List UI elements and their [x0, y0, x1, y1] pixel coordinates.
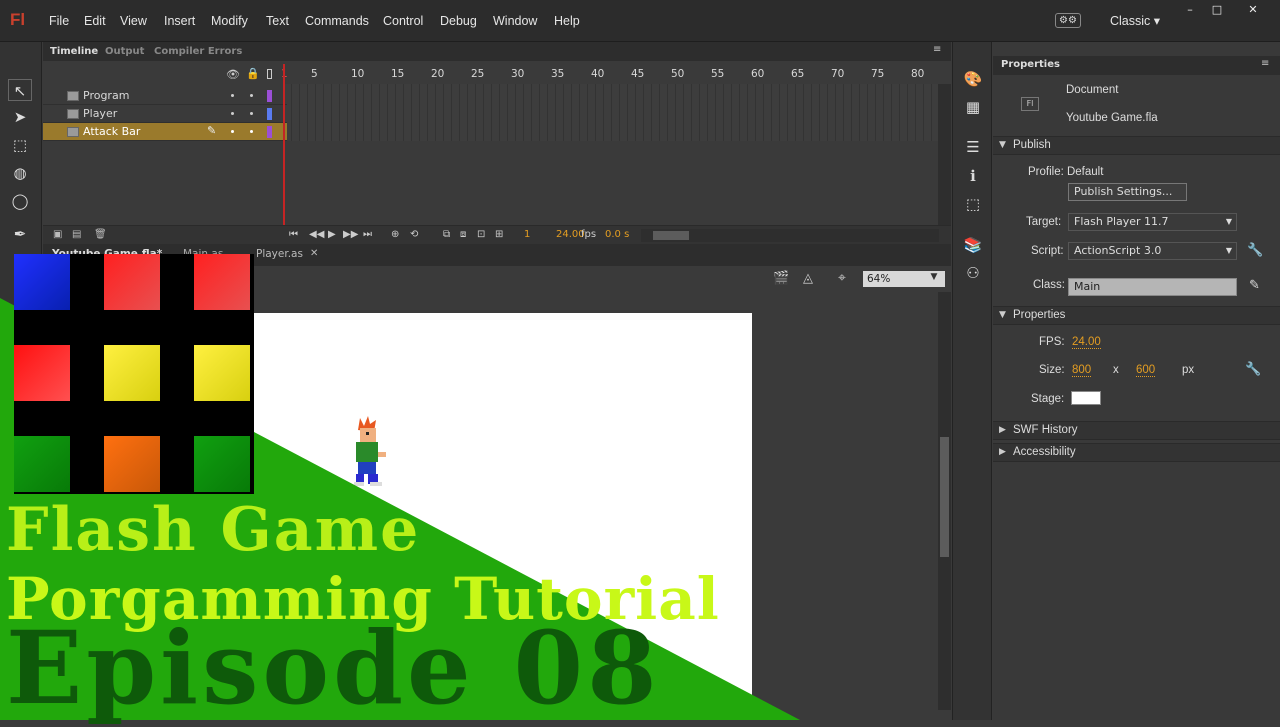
grid-cell: [104, 254, 160, 310]
grid-cell: [14, 254, 70, 310]
grid-cell: [194, 345, 250, 401]
grid-cell: [194, 254, 250, 310]
grid-cell: [104, 436, 160, 492]
overlay-title-line1: Flash Game: [6, 495, 421, 565]
overlay-title-line3: Episode 08: [6, 609, 661, 727]
grid-cell: [14, 345, 70, 401]
grid-cell: [104, 345, 160, 401]
grid-cell: [14, 436, 70, 492]
grid-logo: [14, 254, 254, 494]
grid-cell: [194, 436, 250, 492]
